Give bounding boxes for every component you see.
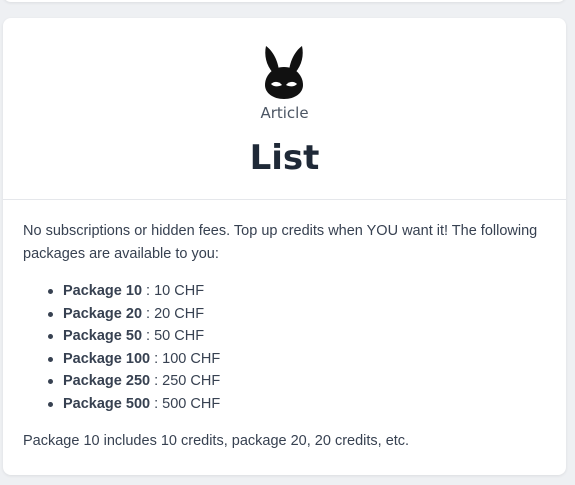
package-price: : 10 CHF <box>142 283 205 299</box>
article-category: Article <box>260 104 309 122</box>
previous-card <box>3 0 566 2</box>
card-header: Article List <box>3 18 566 200</box>
list-item: Package 250 : 250 CHF <box>48 370 546 393</box>
package-name: Package 100 <box>63 350 151 367</box>
list-item: Package 50 : 50 CHF <box>48 325 546 348</box>
list-item: Package 10 : 10 CHF <box>48 280 546 303</box>
package-list: Package 10 : 10 CHF Package 20 : 20 CHF … <box>23 280 546 416</box>
list-item: Package 20 : 20 CHF <box>48 303 546 326</box>
note-paragraph: Package 10 includes 10 credits, package … <box>23 432 410 449</box>
package-name: Package 10 <box>63 283 143 299</box>
package-name: Package 50 <box>63 328 143 345</box>
package-price: : 50 CHF <box>142 328 205 345</box>
intro-paragraph: No subscriptions or hidden fees. Top up … <box>23 223 538 262</box>
package-price: : 250 CHF <box>150 373 221 390</box>
list-item: Package 500 : 500 CHF <box>48 393 546 416</box>
package-name: Package 20 <box>63 305 143 322</box>
package-name: Package 250 <box>63 373 151 390</box>
page-title: List <box>249 138 320 178</box>
package-price: : 20 CHF <box>142 305 205 322</box>
list-item: Package 100 : 100 CHF <box>48 348 546 371</box>
package-price: : 100 CHF <box>150 350 221 367</box>
card-body: No subscriptions or hidden fees. Top up … <box>3 200 566 453</box>
bunny-mask-logo-icon <box>265 46 303 99</box>
package-price: : 500 CHF <box>150 395 221 412</box>
package-name: Package 500 <box>63 395 151 412</box>
article-card: Article List No subscriptions or hidden … <box>3 18 566 475</box>
